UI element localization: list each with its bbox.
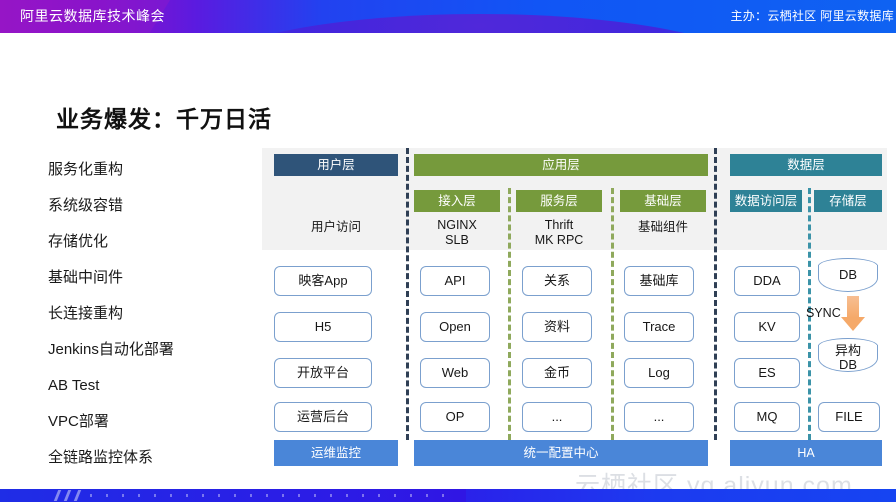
node-dao-2[interactable]: ES — [734, 358, 800, 388]
heterogeneous-line1: 异构 — [834, 343, 861, 358]
node-user-1[interactable]: H5 — [274, 312, 372, 342]
layer-bar-user: 用户层 — [274, 154, 398, 176]
sublayer-bar-dao: 数据访问层 — [730, 190, 802, 212]
list-item: 基础中间件 — [48, 269, 124, 286]
bottom-bar-ops-monitoring: 运维监控 — [274, 440, 398, 466]
bottom-bar-config-center: 统一配置中心 — [414, 440, 708, 466]
node-access-2[interactable]: Web — [420, 358, 490, 388]
node-dao-3[interactable]: MQ — [734, 402, 800, 432]
caption-service-line1: Thrift — [544, 218, 574, 232]
footer-dots-pattern — [90, 494, 450, 497]
list-item: 服务化重构 — [48, 161, 124, 178]
sublayer-bar-base: 基础层 — [620, 190, 706, 212]
caption-access-line2: SLB — [445, 233, 469, 247]
caption-service-stack: Thrift MK RPC — [516, 218, 602, 248]
node-access-1[interactable]: Open — [420, 312, 490, 342]
feature-list: 服务化重构 系统级容错 存储优化 基础中间件 长连接重构 Jenkins自动化部… — [48, 152, 248, 476]
database-cylinder-icon[interactable]: DB — [818, 258, 878, 298]
heterogeneous-database-label: 异构 DB — [818, 344, 878, 372]
node-base-0[interactable]: 基础库 — [624, 266, 694, 296]
node-access-3[interactable]: OP — [420, 402, 490, 432]
bottom-bar-ha: HA — [730, 440, 882, 466]
divider-service-base — [611, 188, 614, 440]
node-base-1[interactable]: Trace — [624, 312, 694, 342]
node-user-0[interactable]: 映客App — [274, 266, 372, 296]
caption-access-line1: NGINX — [437, 218, 477, 232]
node-dao-0[interactable]: DDA — [734, 266, 800, 296]
footer-decoration-strip — [0, 489, 896, 502]
list-item: VPC部署 — [48, 413, 109, 430]
divider-user-app — [406, 148, 409, 440]
node-service-1[interactable]: 资料 — [522, 312, 592, 342]
caption-access-stack: NGINX SLB — [414, 218, 500, 248]
list-item: 存储优化 — [48, 233, 109, 250]
sublayer-bar-access: 接入层 — [414, 190, 500, 212]
list-item: AB Test — [48, 377, 100, 394]
node-service-0[interactable]: 关系 — [522, 266, 592, 296]
layer-bar-application: 应用层 — [414, 154, 708, 176]
conference-organizer: 主办：云栖社区 阿里云数据库 — [730, 9, 894, 23]
list-item: 全链路监控体系 — [48, 449, 154, 466]
node-service-3[interactable]: ... — [522, 402, 592, 432]
sync-arrow-icon — [841, 296, 865, 331]
layer-bar-data: 数据层 — [730, 154, 882, 176]
node-dao-1[interactable]: KV — [734, 312, 800, 342]
node-user-2[interactable]: 开放平台 — [274, 358, 372, 388]
list-item: 长连接重构 — [48, 305, 124, 322]
architecture-diagram: 用户层 应用层 数据层 接入层 服务层 基础层 数据访问层 存储层 用户访问 N… — [262, 148, 887, 468]
slide-title: 业务爆发：千万日活 — [56, 106, 272, 132]
divider-access-service — [508, 188, 511, 440]
conference-title: 阿里云数据库技术峰会 — [20, 8, 165, 24]
header-arc-decoration — [200, 14, 760, 33]
node-access-0[interactable]: API — [420, 266, 490, 296]
list-item: 系统级容错 — [48, 197, 124, 214]
divider-app-data — [714, 148, 717, 440]
sync-label: SYNC — [806, 306, 841, 320]
caption-user-access: 用户访问 — [310, 220, 361, 234]
node-storage-file[interactable]: FILE — [818, 402, 880, 432]
arrow-head — [841, 317, 865, 331]
node-user-3[interactable]: 运营后台 — [274, 402, 372, 432]
conference-header-bar: 阿里云数据库技术峰会 主办：云栖社区 阿里云数据库 — [0, 0, 896, 33]
list-item: Jenkins自动化部署 — [48, 341, 174, 358]
arrow-shaft — [847, 296, 859, 318]
node-base-2[interactable]: Log — [624, 358, 694, 388]
node-base-3[interactable]: ... — [624, 402, 694, 432]
database-label: DB — [838, 267, 858, 282]
caption-base-components: 基础组件 — [637, 220, 688, 234]
sublayer-bar-service: 服务层 — [516, 190, 602, 212]
heterogeneous-database-cylinder-icon[interactable]: 异构 DB — [818, 338, 878, 378]
node-service-2[interactable]: 金币 — [522, 358, 592, 388]
caption-service-line2: MK RPC — [534, 233, 584, 247]
heterogeneous-line2: DB — [838, 357, 858, 372]
sublayer-bar-storage: 存储层 — [814, 190, 882, 212]
